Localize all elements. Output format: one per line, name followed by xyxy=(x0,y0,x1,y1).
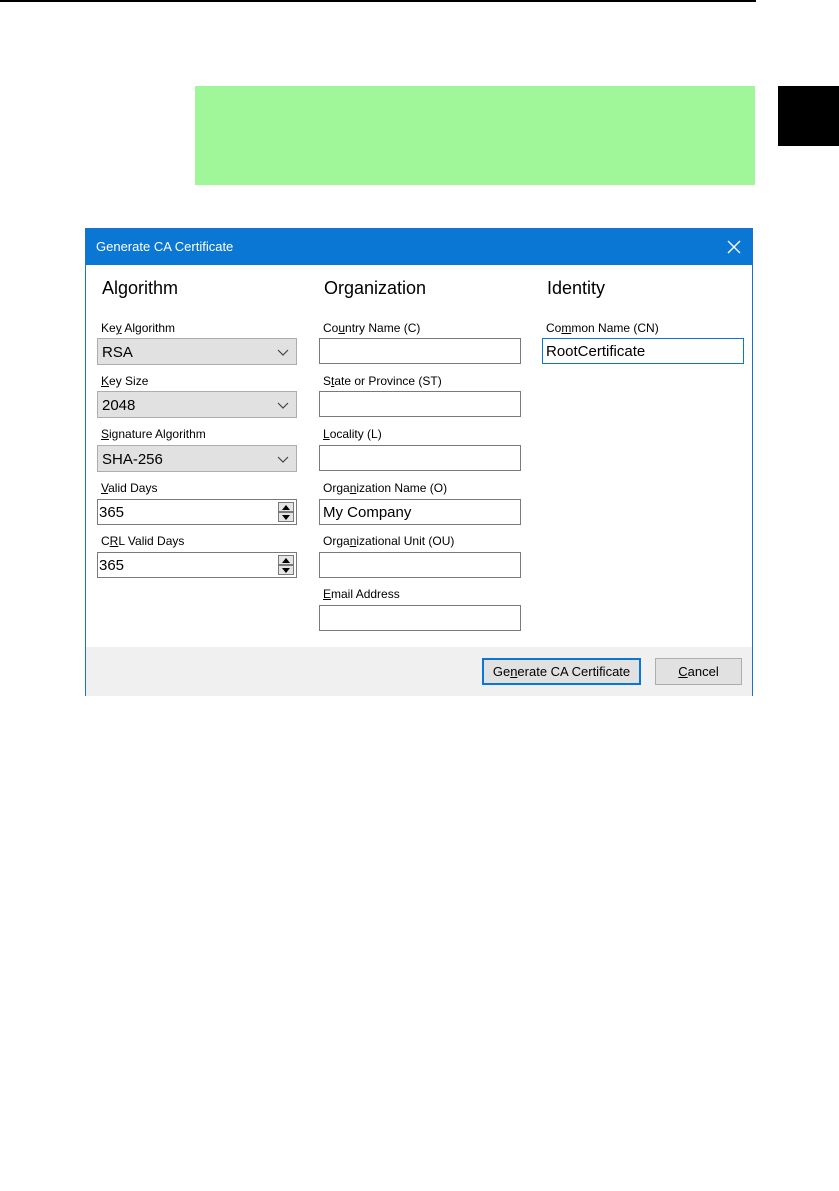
valid-days-stepper[interactable]: 365 xyxy=(97,499,297,525)
spin-up-icon[interactable] xyxy=(278,502,294,512)
generate-ca-certificate-button[interactable]: Generate CA Certificate xyxy=(482,658,641,685)
cancel-button[interactable]: Cancel xyxy=(655,658,742,685)
organization-heading: Organization xyxy=(324,278,427,298)
close-icon[interactable] xyxy=(724,237,744,257)
dialog-title: Generate CA Certificate xyxy=(96,239,234,254)
org-name-input[interactable] xyxy=(319,499,521,525)
crl-valid-days-label: CRL Valid Days xyxy=(101,534,185,548)
signature-algorithm-value: SHA-256 xyxy=(102,451,163,468)
dialog-body: Algorithm Key Algorithm RSA Key Size 204… xyxy=(86,265,752,647)
spin-down-icon[interactable] xyxy=(278,565,294,575)
dialog-footer: Generate CA Certificate Cancel xyxy=(86,647,752,696)
chevron-down-icon xyxy=(277,402,289,409)
algorithm-heading: Algorithm xyxy=(102,278,179,298)
chapter-tab xyxy=(778,86,839,146)
top-rule xyxy=(0,0,756,2)
crl-valid-days-value: 365 xyxy=(99,557,125,574)
valid-days-label: Valid Days xyxy=(101,481,158,495)
key-size-label: Key Size xyxy=(101,374,149,388)
key-size-value: 2048 xyxy=(102,397,136,414)
spin-up-icon[interactable] xyxy=(278,555,294,565)
state-input[interactable] xyxy=(319,391,521,417)
key-algorithm-value: RSA xyxy=(102,344,133,361)
email-input[interactable] xyxy=(319,605,521,631)
key-size-select[interactable]: 2048 xyxy=(97,391,297,418)
key-algorithm-label: Key Algorithm xyxy=(101,321,176,335)
org-name-label: Organization Name (O) xyxy=(323,481,448,495)
org-unit-input[interactable] xyxy=(319,552,521,578)
signature-algorithm-select[interactable]: SHA-256 xyxy=(97,445,297,472)
highlight-box xyxy=(195,86,755,185)
email-label: Email Address xyxy=(323,587,400,601)
state-label: State or Province (ST) xyxy=(323,374,442,388)
crl-valid-days-stepper[interactable]: 365 xyxy=(97,552,297,578)
crl-valid-days-spin-buttons xyxy=(278,555,294,575)
org-unit-label: Organizational Unit (OU) xyxy=(323,534,455,548)
valid-days-spin-buttons xyxy=(278,502,294,522)
chevron-down-icon xyxy=(277,349,289,356)
identity-heading: Identity xyxy=(547,278,606,298)
locality-input[interactable] xyxy=(319,445,521,471)
generate-ca-dialog: Generate CA Certificate Algorithm Key Al… xyxy=(85,228,753,696)
country-input[interactable] xyxy=(319,338,521,364)
key-algorithm-select[interactable]: RSA xyxy=(97,338,297,365)
valid-days-value: 365 xyxy=(99,504,125,521)
locality-label: Locality (L) xyxy=(323,427,382,441)
spin-down-icon[interactable] xyxy=(278,512,294,522)
chevron-down-icon xyxy=(277,456,289,463)
common-name-input[interactable] xyxy=(542,338,744,364)
common-name-label: Common Name (CN) xyxy=(546,321,659,335)
signature-algorithm-label: Signature Algorithm xyxy=(101,427,206,441)
title-bar: Generate CA Certificate xyxy=(86,229,752,265)
country-label: Country Name (C) xyxy=(323,321,421,335)
